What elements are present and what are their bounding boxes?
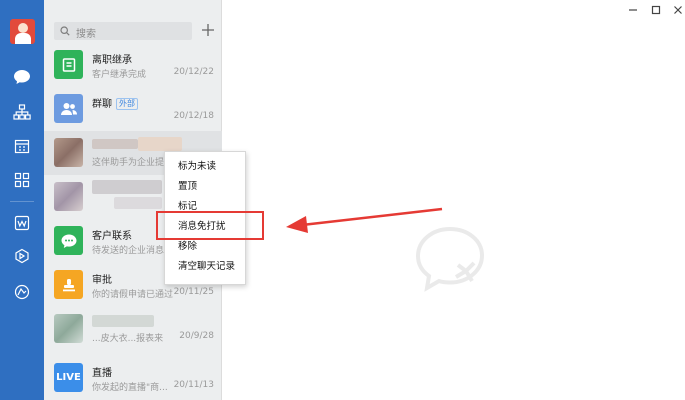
maximize-icon[interactable] — [649, 3, 663, 17]
apps-icon[interactable] — [11, 169, 33, 191]
blurred-name — [92, 180, 162, 194]
chat-name: 群聊 外部 — [92, 95, 138, 110]
list-item[interactable]: ...皮大衣...报表来 20/9/28 — [44, 307, 222, 351]
chat-preview: 这伴助手为企业提... — [92, 158, 173, 168]
chat-date: 20/12/18 — [173, 111, 214, 121]
menu-item-remove[interactable]: 移除 — [165, 237, 245, 257]
rail-divider — [10, 201, 34, 202]
chat-date: 20/11/25 — [173, 287, 214, 297]
user-avatar[interactable] — [10, 19, 35, 44]
blurred-name — [92, 139, 138, 149]
chat-icon[interactable] — [11, 66, 33, 88]
list-item[interactable]: LIVE 直播 你发起的直播"商... 20/11/13 — [44, 356, 222, 400]
main-panel — [222, 0, 685, 400]
group-chat-avatar — [54, 94, 83, 123]
blurred-avatar — [54, 314, 83, 343]
search-input[interactable]: 搜索 — [54, 22, 192, 40]
external-tag: 外部 — [116, 98, 138, 110]
chat-date: 20/9/28 — [179, 331, 214, 341]
chat-date: 20/11/13 — [173, 380, 214, 390]
chat-name: 客户联系 — [92, 231, 132, 242]
live-avatar: LIVE — [54, 363, 83, 392]
chat-preview: 待发送的企业消息 — [92, 246, 165, 256]
menu-item-clear-history[interactable]: 清空聊天记录 — [165, 257, 245, 277]
blurred-name — [92, 315, 154, 327]
blurred-name — [138, 137, 182, 151]
minimize-icon[interactable] — [626, 3, 640, 17]
chat-preview: ...皮大衣...报表来 — [92, 334, 164, 344]
chat-preview: 你发起的直播"商... — [92, 383, 168, 393]
highlight-box — [156, 211, 264, 240]
blurred-preview — [114, 197, 162, 209]
resign-inherit-avatar — [54, 50, 83, 79]
annotation-arrow — [286, 207, 443, 233]
org-icon[interactable] — [11, 101, 33, 123]
cloud-icon[interactable] — [11, 281, 33, 303]
chat-name: 审批 — [92, 275, 112, 286]
search-icon — [60, 26, 70, 39]
menu-item-mark-unread[interactable]: 标为未读 — [165, 157, 245, 177]
close-icon[interactable] — [671, 3, 685, 17]
list-item[interactable]: 离职继承 客户继承完成 20/12/22 — [44, 43, 222, 87]
approval-avatar — [54, 270, 83, 299]
chat-date: 20/12/22 — [173, 67, 214, 77]
doc-icon[interactable] — [11, 212, 33, 234]
customer-contact-avatar — [54, 226, 83, 255]
chat-name: 直播 — [92, 368, 112, 379]
chat-preview: 客户继承完成 — [92, 70, 147, 80]
chat-preview: 你的请假申请已通过 — [92, 290, 174, 300]
drive-icon[interactable] — [11, 245, 33, 267]
menu-item-pin[interactable]: 置顶 — [165, 177, 245, 197]
blurred-avatar — [54, 182, 83, 211]
search-placeholder: 搜索 — [76, 29, 96, 40]
calendar-icon[interactable] — [11, 135, 33, 157]
list-item[interactable]: 群聊 外部 20/12/18 — [44, 87, 222, 131]
chat-name: 离职继承 — [92, 55, 132, 66]
add-button[interactable] — [198, 20, 218, 40]
nav-rail — [0, 0, 44, 400]
blurred-avatar — [54, 138, 83, 167]
